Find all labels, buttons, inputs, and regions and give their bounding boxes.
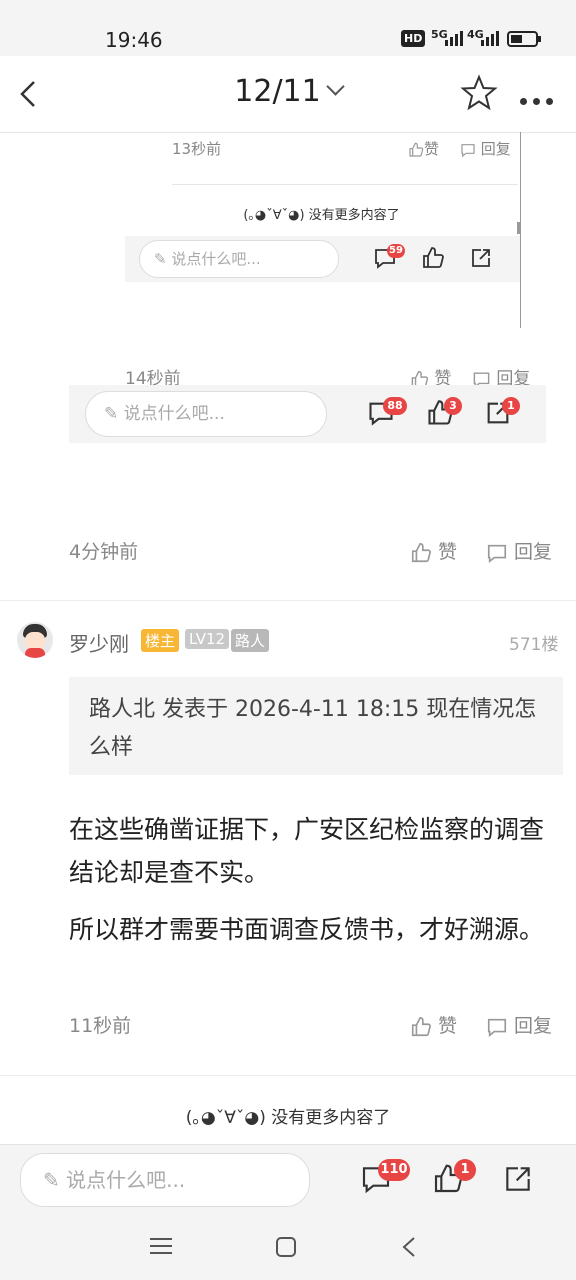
mid-comment-input[interactable]: ✎ 说点什么吧... (85, 391, 327, 437)
chevron-down-icon (326, 77, 345, 96)
nested-comment-input[interactable]: ✎ 说点什么吧... (139, 240, 339, 278)
nested-end-text: (｡◕ˇ∀ˇ◕) 没有更多内容了 (243, 208, 400, 223)
mid-like-badge: 3 (444, 397, 462, 415)
star-icon[interactable] (460, 74, 498, 112)
divider (0, 600, 576, 601)
post-like-button[interactable]: 赞 (410, 1011, 457, 1038)
nested-comment-badge: 59 (387, 244, 405, 258)
nested-like-button[interactable]: 赞 (408, 138, 439, 159)
post-time: 11秒前 (69, 1015, 132, 1037)
thumbs-up-icon (411, 542, 431, 562)
owner-badge: 楼主 (141, 629, 180, 652)
reply-icon (461, 143, 475, 157)
end-of-content-text: (｡◕ˇ∀ˇ◕) 没有更多内容了 (185, 1108, 391, 1128)
mid-input-bar: ✎ 说点什么吧... 88 3 1 (69, 385, 546, 443)
reply-icon (487, 1018, 507, 1037)
post-reply-button[interactable]: 回复 (486, 1011, 552, 1038)
mid-share-badge: 1 (502, 397, 520, 415)
comment-count-badge: 110 (378, 1159, 410, 1181)
top-nav-bar: 12/11 (0, 56, 576, 133)
page-title: 12/11 (234, 74, 321, 109)
pencil-icon: ✎ (43, 1168, 60, 1192)
post-paragraph-2: 所以群才需要书面调查反馈书，才好溯源。 (69, 915, 545, 944)
prev-like-button[interactable]: 赞 (410, 537, 457, 564)
thumbs-up-icon[interactable] (421, 246, 445, 270)
prev-reply-button[interactable]: 回复 (486, 537, 552, 564)
quoted-reply[interactable]: 路人北 发表于 2026-4-11 18:15 现在情况怎么样 (69, 677, 563, 775)
system-nav-bar (0, 1214, 576, 1280)
post-paragraph-1: 在这些确凿证据下，广安区纪检监察的调查结论却是查不实。 (69, 815, 545, 887)
battery-icon (507, 31, 541, 47)
level-badge: LV12 (185, 629, 230, 649)
author-name[interactable]: 罗少刚 (69, 628, 129, 657)
like-count-badge: 1 (454, 1159, 476, 1181)
floor-number: 571楼 (509, 635, 559, 655)
hd-indicator: HD (401, 30, 426, 47)
share-icon[interactable] (469, 246, 493, 270)
prev-post-time: 4分钟前 (69, 541, 139, 563)
status-bar: 19:46 HD 5G 4G (0, 0, 576, 56)
thumbs-up-icon (409, 142, 424, 157)
menu-icon[interactable] (150, 1236, 172, 1256)
share-icon[interactable] (502, 1163, 534, 1195)
signal-icon (445, 31, 463, 46)
signal-icon-2 (481, 31, 499, 46)
nested-reply-button[interactable]: 回复 (460, 138, 511, 159)
comment-input[interactable]: ✎ 说点什么吧... (20, 1153, 310, 1207)
nested-time: 13秒前 (172, 140, 222, 158)
nested-input-bar: ✎ 说点什么吧... 59 (125, 236, 520, 282)
preview-border (520, 132, 521, 328)
status-time: 19:46 (105, 28, 163, 52)
divider (0, 1075, 576, 1076)
reply-icon (487, 544, 507, 563)
bottom-input-bar: ✎ 说点什么吧... 110 1 (0, 1144, 576, 1215)
thumbs-up-icon (411, 1016, 431, 1036)
role-badge: 路人 (231, 629, 270, 652)
mid-comment-badge: 88 (383, 397, 407, 415)
home-icon[interactable] (275, 1236, 297, 1258)
system-back-icon[interactable] (400, 1236, 420, 1258)
avatar[interactable] (17, 622, 53, 658)
more-icon[interactable] (520, 90, 559, 109)
